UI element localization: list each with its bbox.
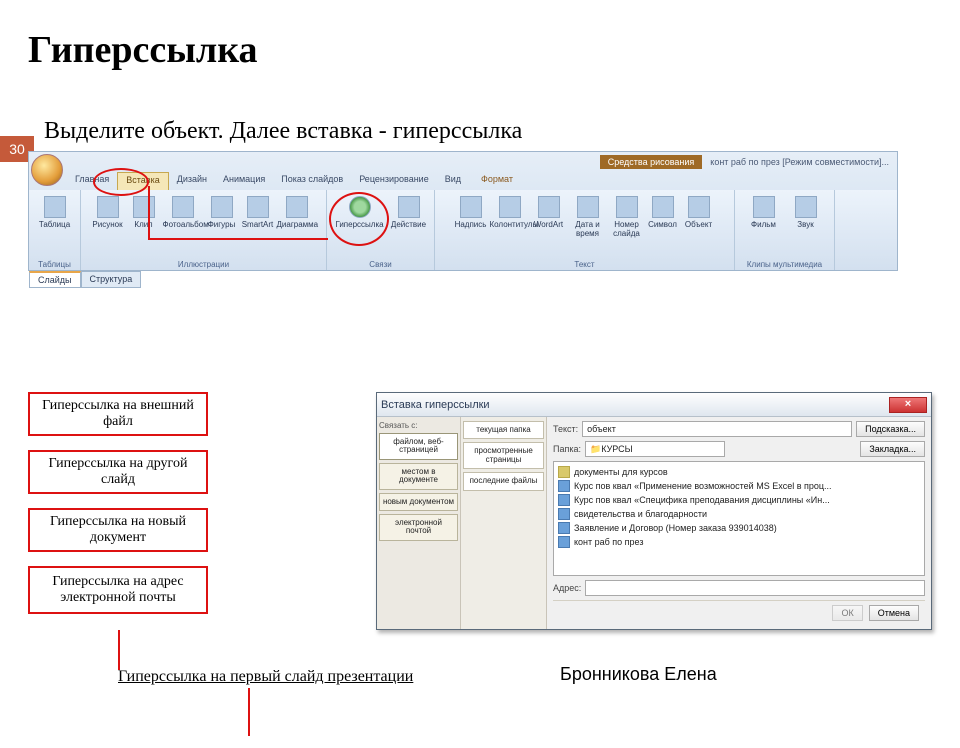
link-to-label: Связать с:	[379, 421, 458, 430]
list-item[interactable]: Курс пов квал «Применение возможностей M…	[558, 479, 920, 493]
group-media: Фильм Звук Клипы мультимедиа	[735, 190, 835, 270]
dialog-main-area: Текст: объект Подсказка... Папка: 📁 КУРС…	[547, 417, 931, 629]
tab-insert[interactable]: Вставка	[117, 172, 168, 190]
tab-slideshow[interactable]: Показ слайдов	[273, 172, 351, 190]
btn-textbox[interactable]: Надпись	[454, 192, 488, 238]
group-links: Гиперссылка Действие Связи	[327, 190, 435, 270]
btn-hyperlink[interactable]: Гиперссылка	[333, 192, 387, 229]
close-icon[interactable]: ×	[889, 397, 927, 413]
box-link-other-slide: Гиперссылка на другой слайд	[28, 450, 208, 494]
tab-animation[interactable]: Анимация	[215, 172, 273, 190]
tab-home[interactable]: Главная	[67, 172, 117, 190]
btn-table[interactable]: Таблица	[35, 192, 75, 229]
file-icon	[558, 508, 570, 520]
btn-sound[interactable]: Звук	[786, 192, 826, 229]
group-illustrations: Рисунок Клип Фотоальбом Фигуры SmartArt …	[81, 190, 327, 270]
dialog-titlebar[interactable]: Вставка гиперссылки ×	[377, 393, 931, 417]
title-bar: Средства рисования конт раб по през [Реж…	[67, 152, 897, 172]
group-text: Надпись Колонтитулы WordArt Дата и время…	[435, 190, 735, 270]
tab-view[interactable]: Вид	[437, 172, 469, 190]
address-label: Адрес:	[553, 583, 581, 593]
link-to-place-in-doc[interactable]: местом в документе	[379, 463, 458, 490]
ribbon-groups: Таблица Таблицы Рисунок Клип Фотоальбом …	[29, 190, 897, 270]
folder-icon	[558, 466, 570, 478]
btn-symbol[interactable]: Символ	[646, 192, 680, 238]
annotation-connector-2	[248, 688, 250, 736]
browse-browsed-pages[interactable]: просмотренные страницы	[463, 442, 544, 469]
tab-review[interactable]: Рецензирование	[351, 172, 437, 190]
pane-tabs: Слайды Структура	[29, 271, 141, 288]
bookmark-button[interactable]: Закладка...	[860, 441, 925, 457]
ribbon-tabs: Главная Вставка Дизайн Анимация Показ сл…	[67, 172, 897, 190]
folder-dropdown[interactable]: 📁 КУРСЫ	[585, 441, 725, 457]
list-item[interactable]: Курс пов квал «Специфика преподавания ди…	[558, 493, 920, 507]
link-to-panel: Связать с: файлом, веб-страницей местом …	[377, 417, 461, 629]
annotation-connector-1	[118, 630, 120, 670]
globe-icon	[349, 196, 371, 218]
btn-shapes[interactable]: Фигуры	[205, 192, 239, 229]
contextual-tab-title: Средства рисования	[600, 155, 703, 169]
btn-smartart[interactable]: SmartArt	[241, 192, 275, 229]
box-link-external-file: Гиперссылка на внешний файл	[28, 392, 208, 436]
btn-photoalbum[interactable]: Фотоальбом	[163, 192, 203, 229]
link-to-file-web[interactable]: файлом, веб-страницей	[379, 433, 458, 460]
btn-wordart[interactable]: WordArt	[532, 192, 566, 238]
list-item[interactable]: конт раб по през	[558, 535, 920, 549]
browse-panel: текущая папка просмотренные страницы пос…	[461, 417, 547, 629]
btn-action[interactable]: Действие	[389, 192, 429, 229]
file-icon	[558, 480, 570, 492]
caption-first-slide-link: Гиперссылка на первый слайд презентации	[118, 668, 413, 686]
btn-object[interactable]: Объект	[682, 192, 716, 238]
list-item[interactable]: свидетельства и благодарности	[558, 507, 920, 521]
file-icon	[558, 494, 570, 506]
list-item[interactable]: документы для курсов	[558, 465, 920, 479]
btn-datetime[interactable]: Дата и время	[568, 192, 608, 238]
btn-slideno[interactable]: Номер слайда	[610, 192, 644, 238]
btn-clip[interactable]: Клип	[127, 192, 161, 229]
address-field[interactable]	[585, 580, 925, 596]
ok-button[interactable]: ОК	[832, 605, 862, 621]
btn-picture[interactable]: Рисунок	[91, 192, 125, 229]
group-tables: Таблица Таблицы	[29, 190, 81, 270]
pane-tab-slides[interactable]: Слайды	[29, 271, 81, 288]
slide-title: Гиперссылка	[28, 28, 960, 72]
tab-format[interactable]: Формат	[473, 172, 521, 190]
pane-tab-outline[interactable]: Структура	[81, 271, 142, 288]
link-to-email[interactable]: электронной почтой	[379, 514, 458, 541]
browse-recent-files[interactable]: последние файлы	[463, 472, 544, 490]
text-label: Текст:	[553, 424, 578, 434]
link-to-new-doc[interactable]: новым документом	[379, 493, 458, 511]
instruction-text: Выделите объект. Далее вставка - гиперсс…	[44, 118, 960, 145]
btn-headerfooter[interactable]: Колонтитулы	[490, 192, 530, 238]
btn-chart[interactable]: Диаграмма	[277, 192, 317, 229]
cancel-button[interactable]: Отмена	[869, 605, 919, 621]
document-name: конт раб по през [Режим совместимости]..…	[710, 157, 889, 167]
office-button-icon[interactable]	[31, 154, 63, 186]
browse-current-folder[interactable]: текущая папка	[463, 421, 544, 439]
ribbon-screenshot: Средства рисования конт раб по през [Реж…	[28, 151, 898, 271]
hint-button[interactable]: Подсказка...	[856, 421, 925, 437]
dialog-title: Вставка гиперссылки	[381, 399, 889, 411]
insert-hyperlink-dialog: Вставка гиперссылки × Связать с: файлом,…	[376, 392, 932, 630]
folder-label: Папка:	[553, 444, 581, 454]
file-list[interactable]: документы для курсов Курс пов квал «Прим…	[553, 461, 925, 576]
text-field[interactable]: объект	[582, 421, 852, 437]
list-item[interactable]: Заявление и Договор (Номер заказа 939014…	[558, 521, 920, 535]
file-icon	[558, 536, 570, 548]
box-link-email: Гиперссылка на адрес электронной почты	[28, 566, 208, 614]
tab-design[interactable]: Дизайн	[169, 172, 215, 190]
author-name: Бронникова Елена	[560, 664, 717, 685]
btn-movie[interactable]: Фильм	[744, 192, 784, 229]
box-link-new-document: Гиперссылка на новый документ	[28, 508, 208, 552]
file-icon	[558, 522, 570, 534]
